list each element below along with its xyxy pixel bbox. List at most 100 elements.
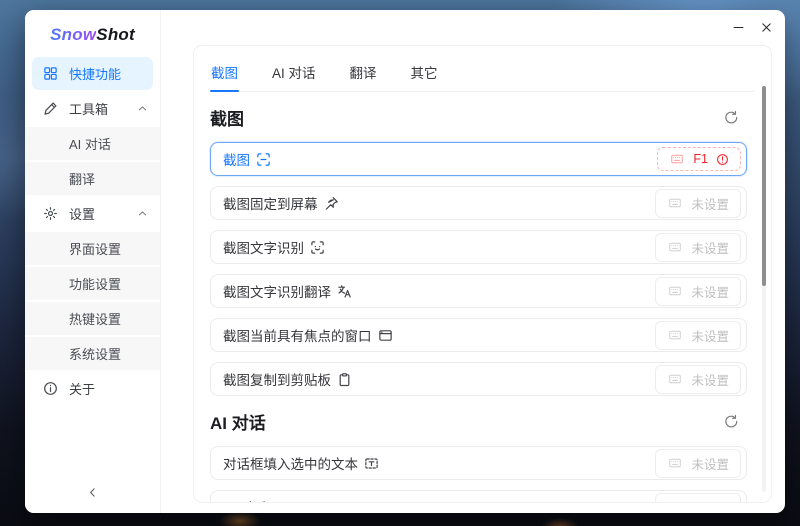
hotkey-unset-button[interactable]: 未设置 bbox=[655, 448, 741, 478]
hotkey-row-left: 截图复制到剪贴板 bbox=[223, 369, 352, 389]
hotkey-row-fill-selected-text[interactable]: 对话框填入选中的文本 未设置 bbox=[210, 446, 747, 481]
hotkey-row-left: 截图 bbox=[223, 149, 271, 169]
hotkey-row-left: 对话框填入选中的文本 bbox=[223, 453, 379, 473]
keyboard-icon bbox=[667, 457, 683, 469]
section-title: 截图 bbox=[210, 110, 244, 130]
hotkey-row-ocr-translate[interactable]: 截图文字识别翻译 未设置 bbox=[210, 274, 747, 309]
hotkey-row-label: 截图文字识别 bbox=[223, 241, 304, 257]
grid-icon bbox=[43, 66, 58, 81]
hotkey-row-copy-to-clipboard[interactable]: 截图复制到剪贴板 未设置 bbox=[210, 362, 747, 397]
hotkey-value: 未设置 bbox=[691, 373, 729, 388]
hotkey-row-label: 截图当前具有焦点的窗口 bbox=[223, 329, 372, 345]
hotkey-row-capture-focused-window[interactable]: 截图当前具有焦点的窗口 未设置 bbox=[210, 318, 747, 353]
sidebar-item-label: 界面设置 bbox=[69, 242, 122, 257]
hotkey-value: 未设置 bbox=[691, 329, 729, 344]
hotkey-row-label: 截图复制到剪贴板 bbox=[223, 373, 331, 389]
sidebar-item-toolbox[interactable]: 工具箱 bbox=[25, 92, 160, 125]
tab-other[interactable]: 其它 bbox=[410, 56, 439, 91]
sidebar-item-ui-settings[interactable]: 界面设置 bbox=[25, 232, 160, 265]
hotkey-row-pin-to-screen[interactable]: 截图固定到屏幕 未设置 bbox=[210, 186, 747, 221]
sidebar-item-ai-chat[interactable]: AI 对话 bbox=[25, 127, 160, 160]
refresh-icon[interactable] bbox=[724, 414, 739, 429]
hotkey-row-ai-chat[interactable]: AI 对话 未设置 bbox=[210, 490, 747, 503]
keyboard-icon bbox=[669, 153, 685, 165]
window-titlebar bbox=[161, 10, 785, 45]
sidebar-item-label: 关于 bbox=[69, 382, 96, 397]
hotkey-row-ocr[interactable]: 截图文字识别 未设置 bbox=[210, 230, 747, 265]
hotkey-value: 未设置 bbox=[691, 241, 729, 256]
sidebar-item-label: 设置 bbox=[69, 207, 96, 222]
pin-icon bbox=[324, 196, 339, 211]
hotkey-value: 未设置 bbox=[691, 285, 729, 300]
warn-circle-icon bbox=[716, 153, 729, 166]
hotkey-row-left: 截图当前具有焦点的窗口 bbox=[223, 325, 393, 345]
sidebar-item-label: 翻译 bbox=[69, 172, 96, 187]
sidebar-item-hotkey-settings[interactable]: 热键设置 bbox=[25, 302, 160, 335]
keyboard-icon bbox=[667, 329, 683, 341]
hotkey-row-label: 对话框填入选中的文本 bbox=[223, 457, 358, 473]
info-icon bbox=[43, 381, 58, 396]
hotkey-unset-button[interactable]: 未设置 bbox=[655, 188, 741, 218]
ocr-icon bbox=[310, 240, 325, 255]
sidebar-item-about[interactable]: 关于 bbox=[25, 372, 160, 405]
pen-icon bbox=[43, 101, 58, 116]
app-logo: SnowShot bbox=[25, 10, 160, 57]
hotkey-value: 未设置 bbox=[691, 457, 729, 472]
hotkey-value-button[interactable]: F1 bbox=[657, 147, 741, 172]
hotkey-unset-button[interactable]: 未设置 bbox=[655, 492, 741, 503]
crop-icon bbox=[256, 152, 271, 167]
hotkey-settings-panel: 截图 AI 对话 翻译 其它 截图 截图 F1 截图固定到屏幕 未设置 截图文字识别 未设置 截图文… bbox=[193, 45, 772, 503]
sidebar-item-system-settings[interactable]: 系统设置 bbox=[25, 337, 160, 370]
hotkey-row-label: 截图 bbox=[223, 153, 250, 169]
section-title: AI 对话 bbox=[210, 414, 266, 434]
refresh-icon[interactable] bbox=[724, 110, 739, 125]
tab-bar: 截图 AI 对话 翻译 其它 bbox=[210, 48, 755, 93]
minimize-button[interactable] bbox=[725, 16, 751, 40]
hotkey-row-left: 截图文字识别翻译 bbox=[223, 281, 352, 301]
hotkey-unset-button[interactable]: 未设置 bbox=[655, 364, 741, 394]
text-select-icon bbox=[364, 456, 379, 471]
keyboard-icon bbox=[667, 197, 683, 209]
snowshot-window: SnowShot 快捷功能 工具箱 AI 对话 翻译 设置 界面设置 功能设置 热键设置 系统设… bbox=[25, 10, 785, 513]
tab-translate[interactable]: 翻译 bbox=[349, 56, 378, 91]
close-icon bbox=[760, 21, 773, 34]
hotkey-row-left: AI 对话 bbox=[223, 497, 288, 502]
hotkey-row-screenshot[interactable]: 截图 F1 bbox=[210, 142, 747, 177]
section-header-ai-chat: AI 对话 bbox=[210, 409, 755, 434]
hotkey-row-left: 截图文字识别 bbox=[223, 237, 325, 257]
close-button[interactable] bbox=[753, 16, 779, 40]
sidebar-item-quick-functions[interactable]: 快捷功能 bbox=[32, 57, 153, 90]
chevron-left-icon bbox=[86, 486, 99, 499]
hotkey-row-label: 截图固定到屏幕 bbox=[223, 197, 318, 213]
hotkey-unset-button[interactable]: 未设置 bbox=[655, 232, 741, 262]
sidebar-item-label: 工具箱 bbox=[69, 102, 109, 117]
hotkey-row-left: 截图固定到屏幕 bbox=[223, 193, 339, 213]
sidebar-item-label: 快捷功能 bbox=[69, 67, 122, 82]
sidebar-collapse-button[interactable] bbox=[25, 471, 160, 513]
clipboard-icon bbox=[337, 372, 352, 387]
hotkey-row-label: 截图文字识别翻译 bbox=[223, 285, 331, 301]
sidebar-item-label: 热键设置 bbox=[69, 312, 122, 327]
window-icon bbox=[378, 328, 393, 343]
chevron-up-icon bbox=[137, 103, 148, 114]
minimize-icon bbox=[732, 21, 745, 34]
hotkey-unset-button[interactable]: 未设置 bbox=[655, 320, 741, 350]
keyboard-icon bbox=[667, 373, 683, 385]
hotkey-value: F1 bbox=[693, 152, 708, 167]
chevron-up-icon bbox=[137, 208, 148, 219]
section-header-screenshot: 截图 bbox=[210, 105, 755, 130]
tab-screenshot[interactable]: 截图 bbox=[210, 56, 239, 93]
sidebar-menu: 快捷功能工具箱 AI 对话翻译设置界面设置功能设置热键设置系统设置关于 bbox=[25, 57, 160, 471]
hotkey-value: 未设置 bbox=[691, 498, 729, 503]
sections-container: 截图 截图 F1 截图固定到屏幕 未设置 截图文字识别 未设置 截图文字识别翻译 未设置 截图当前… bbox=[210, 105, 755, 503]
hotkey-row-label: AI 对话 bbox=[223, 497, 267, 502]
tab-ai-chat[interactable]: AI 对话 bbox=[271, 56, 317, 91]
sidebar-item-label: AI 对话 bbox=[69, 137, 111, 152]
scrollbar-thumb[interactable] bbox=[762, 86, 766, 287]
keyboard-icon bbox=[667, 501, 683, 502]
sidebar-item-settings[interactable]: 设置 bbox=[25, 197, 160, 230]
hotkey-unset-button[interactable]: 未设置 bbox=[655, 276, 741, 306]
sidebar-item-translate[interactable]: 翻译 bbox=[25, 162, 160, 195]
logo-snow: Snow bbox=[50, 25, 97, 44]
sidebar-item-function-settings[interactable]: 功能设置 bbox=[25, 267, 160, 300]
